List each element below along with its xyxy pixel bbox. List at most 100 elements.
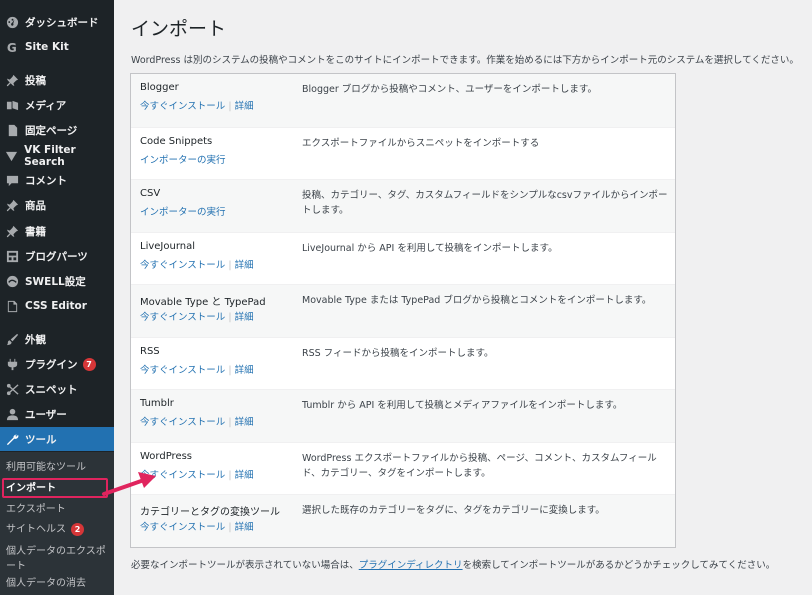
submenu-item-4[interactable]: 個人データのエクスポート <box>0 544 108 574</box>
importer-name: Code Snippets <box>140 135 213 147</box>
importer-description: WordPress エクスポートファイルから投稿、ページ、コメント、カスタムフィ… <box>302 452 657 479</box>
importer-description: RSS フィードから投稿をインポートします。 <box>302 347 494 359</box>
main-content: インポート WordPress は別のシステムの投稿やコメントをこのサイトにイン… <box>114 0 812 595</box>
footer-note: 必要なインポートツールが表示されていない場合は、プラグインディレクトリを検索して… <box>131 557 775 571</box>
sidebar-item-10[interactable]: SWELL設定 <box>0 269 114 293</box>
importer-row: Tumblr 今すぐインストール | 詳細 Tumblr から API を利用して投… <box>131 389 675 442</box>
sidebar-item-label: ツール <box>25 433 57 446</box>
importer-details-link[interactable]: 詳細 <box>235 365 254 376</box>
importer-description: Tumblr から API を利用して投稿とメディアファイルをインポートします。 <box>302 400 623 411</box>
importer-details-link[interactable]: 詳細 <box>235 470 254 481</box>
plugin-directory-link[interactable]: プラグインディレクトリ <box>359 560 463 571</box>
submenu-item-label: 利用可能なツール <box>6 462 86 473</box>
importer-action-link[interactable]: 今すぐインストール <box>140 522 225 533</box>
importer-links: 今すぐインストール | 詳細 <box>140 98 254 112</box>
importer-name: CSV <box>140 188 161 199</box>
tools-submenu: 利用可能なツール インポート エクスポート サイトヘルス 2 個人データのエクスポート 個人… <box>0 452 114 595</box>
site-health-badge: 2 <box>71 523 84 536</box>
importer-details-link[interactable]: 詳細 <box>235 417 254 428</box>
importer-details-link[interactable]: 詳細 <box>235 101 254 112</box>
sidebar-item-label: VK Filter Search <box>24 144 76 168</box>
link-separator: | <box>225 312 235 323</box>
submenu-item-0[interactable]: 利用可能なツール <box>0 460 114 475</box>
importer-row: LiveJournal 今すぐインストール | 詳細 LiveJournal から … <box>131 231 675 285</box>
intro-text: WordPress は別のシステムの投稿やコメントをこのサイトにインポートできま… <box>131 55 799 66</box>
importer-description: エクスポートファイルからスニペットをインポートする <box>302 137 540 149</box>
importer-row: Blogger 今すぐインストール | 詳細 Blogger ブログから投稿やコメン… <box>131 74 675 127</box>
importer-links: インポーターの実行 <box>140 204 226 218</box>
sidebar-item-3[interactable]: メディア <box>0 93 114 117</box>
submenu-item-label: サイトヘルス <box>6 524 66 535</box>
sidebar-item-6[interactable]: コメント <box>0 168 114 192</box>
importer-name: LiveJournal <box>140 240 196 252</box>
submenu-item-5[interactable]: 個人データの消去 <box>0 576 114 591</box>
sidebar-item-7[interactable]: 商品 <box>0 193 114 217</box>
sidebar-item-label: 書籍 <box>25 225 46 238</box>
sitekit-icon: G <box>5 40 19 54</box>
importer-description: Blogger ブログから投稿やコメント、ユーザーをインポートします。 <box>302 84 597 95</box>
sidebar-item-label: CSS Editor <box>25 300 87 312</box>
importer-links: 今すぐインストール | 詳細 <box>140 362 254 376</box>
importer-name: カテゴリーとタグの変換ツール <box>140 507 280 518</box>
highlight-annotation-box <box>2 478 108 498</box>
importer-row: カテゴリーとタグの変換ツール 今すぐインストール | 詳細 選択した既存のカテゴリー… <box>131 494 675 547</box>
wrench-icon <box>5 432 19 446</box>
sidebar-item-label: ダッシュボード <box>25 16 99 29</box>
importer-details-link[interactable]: 詳細 <box>235 522 254 533</box>
importer-details-link[interactable]: 詳細 <box>235 312 254 323</box>
importer-action-link[interactable]: インポーターの実行 <box>140 207 226 218</box>
sidebar-item-15[interactable]: ユーザー <box>0 402 114 426</box>
sidebar-item-label: 投稿 <box>25 74 46 87</box>
submenu-item-label: エクスポート <box>6 504 66 515</box>
sidebar-item-14[interactable]: スニペット <box>0 377 114 401</box>
link-separator: | <box>225 101 235 112</box>
page-icon <box>5 123 19 137</box>
link-separator: | <box>225 259 235 271</box>
pin-icon <box>5 198 19 212</box>
sidebar-item-13[interactable]: プラグイン 7 <box>0 352 114 376</box>
importer-links: インポーターの実行 <box>140 152 226 166</box>
sidebar-item-9[interactable]: ブログパーツ <box>0 244 114 268</box>
importer-action-link[interactable]: 今すぐインストール <box>140 260 225 271</box>
importer-action-link[interactable]: インポーターの実行 <box>140 155 226 166</box>
sidebar-item-11[interactable]: CSS Editor <box>0 294 114 318</box>
sidebar-item-2[interactable]: 投稿 <box>0 68 114 92</box>
importer-details-link[interactable]: 詳細 <box>235 260 254 271</box>
sidebar-item-label: プラグイン <box>25 358 78 371</box>
filter-icon <box>5 149 18 163</box>
sidebar-item-0[interactable]: ダッシュボード <box>0 10 114 34</box>
importer-action-link[interactable]: 今すぐインストール <box>140 417 225 428</box>
svg-text:G: G <box>6 41 16 54</box>
link-separator: | <box>225 417 235 428</box>
sidebar-item-16[interactable]: ツール <box>0 427 114 451</box>
importer-name: Tumblr <box>140 398 174 409</box>
importer-description: 選択した既存のカテゴリーをタグに、タグをカテゴリーに変換します。 <box>302 505 605 516</box>
submenu-item-2[interactable]: エクスポート <box>0 502 114 517</box>
importer-name: WordPress <box>140 450 193 462</box>
sidebar-item-1[interactable]: G Site Kit <box>0 35 114 59</box>
comment-icon <box>5 173 19 187</box>
css-editor-icon <box>5 299 19 313</box>
sidebar-item-12[interactable]: 外観 <box>0 327 114 351</box>
importer-action-link[interactable]: 今すぐインストール <box>140 312 225 323</box>
importer-name: Blogger <box>140 82 179 93</box>
sidebar-item-label: 固定ページ <box>25 124 78 137</box>
importer-description: 投稿、カテゴリー、タグ、カスタムフィールドをシンプルなcsvファイルからインポー… <box>302 190 668 216</box>
sidebar-item-4[interactable]: 固定ページ <box>0 118 114 142</box>
importer-row: WordPress 今すぐインストール | 詳細 WordPress エクスポートフ… <box>131 441 675 495</box>
sidebar-item-label: コメント <box>25 174 67 187</box>
sidebar-item-5[interactable]: VK Filter Search <box>0 144 114 168</box>
importer-row: Movable Type と TypePad 今すぐインストール | 詳細 Mova… <box>131 284 675 337</box>
sidebar-item-8[interactable]: 書籍 <box>0 219 114 243</box>
link-separator: | <box>225 364 235 376</box>
sidebar-item-label: ブログパーツ <box>25 250 88 263</box>
importer-action-link[interactable]: 今すぐインストール <box>140 101 225 112</box>
sidebar-item-label: 外観 <box>25 333 46 346</box>
user-icon <box>5 407 19 421</box>
submenu-item-label: 個人データのエクスポート <box>6 546 106 572</box>
importer-action-link[interactable]: 今すぐインストール <box>140 365 225 376</box>
link-separator: | <box>225 522 235 533</box>
submenu-item-3[interactable]: サイトヘルス 2 <box>0 522 114 537</box>
sidebar-item-label: ユーザー <box>25 408 67 421</box>
sidebar-item-label: スニペット <box>25 383 78 396</box>
